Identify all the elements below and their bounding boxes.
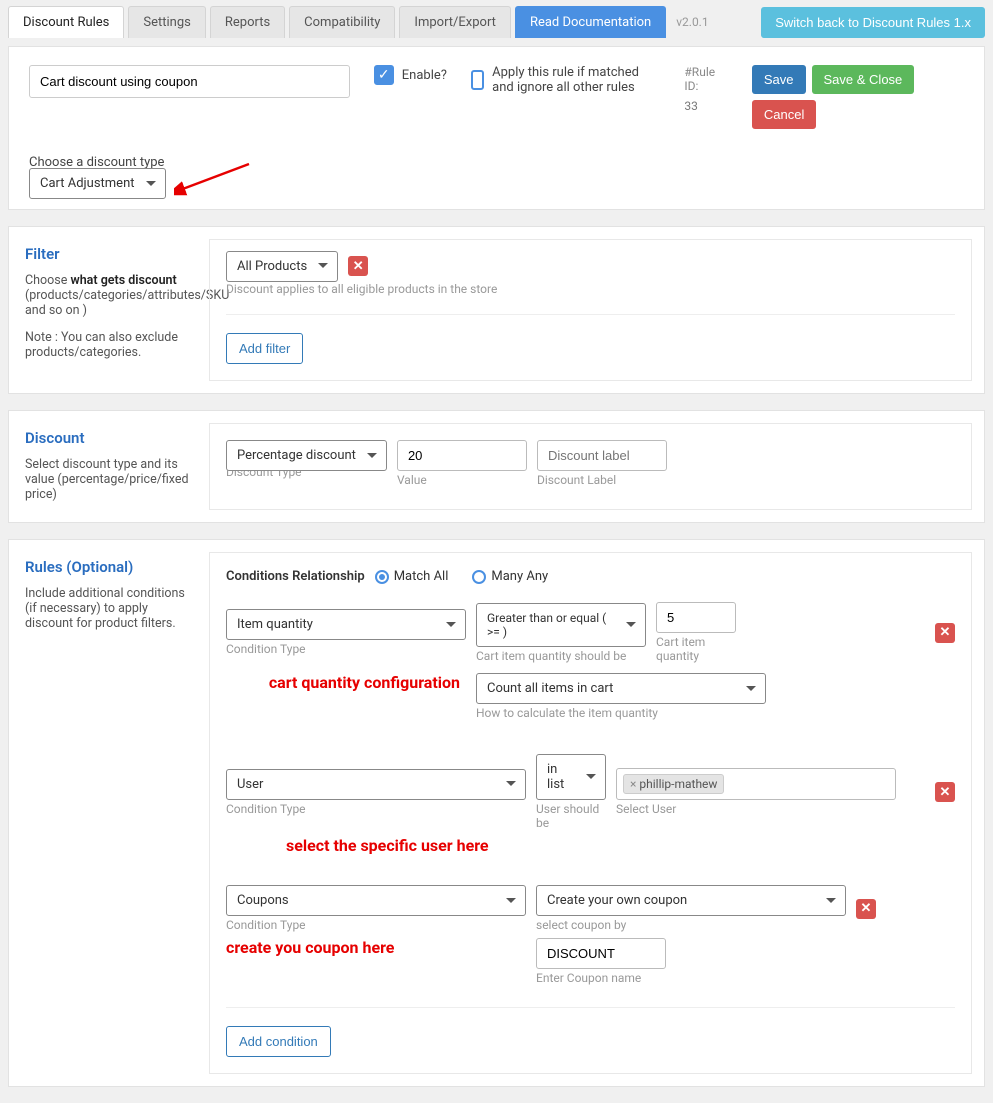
user-tag[interactable]: phillip-mathew xyxy=(623,774,724,794)
tab-settings[interactable]: Settings xyxy=(128,6,205,38)
tab-discount-rules[interactable]: Discount Rules xyxy=(8,6,124,38)
version-text: v2.0.1 xyxy=(676,15,708,29)
filter-section: Filter Choose what gets discount (produc… xyxy=(8,226,985,394)
rule-name-input[interactable] xyxy=(29,65,350,98)
discount-type-select-2[interactable]: Percentage discount xyxy=(226,440,387,471)
enable-label: Enable? xyxy=(402,68,447,83)
filter-hint: Discount applies to all eligible product… xyxy=(226,282,955,296)
cond3-type-select[interactable]: Coupons xyxy=(226,885,526,916)
cond3-coupon-input[interactable] xyxy=(536,938,666,969)
radio-icon xyxy=(472,570,486,584)
filter-remove-button[interactable]: ✕ xyxy=(348,256,368,276)
apply-ignore-label: Apply this rule if matched and ignore al… xyxy=(492,65,660,95)
radio-many-any[interactable]: Many Any xyxy=(472,569,548,584)
cond3-annotation: create you coupon here xyxy=(226,938,526,957)
cond3-remove-button[interactable]: ✕ xyxy=(856,899,876,919)
add-filter-button[interactable]: Add filter xyxy=(226,333,303,364)
rule-id-label: #Rule ID: xyxy=(684,65,715,93)
cond1-quantity-input[interactable] xyxy=(656,602,736,633)
rule-id: #Rule ID: 33 xyxy=(684,65,727,113)
rule-id-value: 33 xyxy=(684,99,727,113)
cond1-calc-select[interactable]: Count all items in cart xyxy=(476,673,766,704)
radio-match-all[interactable]: Match All xyxy=(375,569,449,584)
save-close-button[interactable]: Save & Close xyxy=(812,65,915,94)
rules-section: Rules (Optional) Include additional cond… xyxy=(8,539,985,1087)
cond2-user-tagbox[interactable]: phillip-mathew xyxy=(616,768,896,800)
header-actions: Save Save & Close Cancel xyxy=(752,65,964,129)
discount-title: Discount xyxy=(25,429,193,447)
tab-compatibility[interactable]: Compatibility xyxy=(289,6,395,38)
condition-coupons: Coupons Condition Type Create your own c… xyxy=(226,885,955,985)
rules-title: Rules (Optional) xyxy=(25,558,193,576)
tab-import-export[interactable]: Import/Export xyxy=(399,6,511,38)
filter-desc: Choose what gets discount (products/cate… xyxy=(25,273,193,318)
topbar: Discount Rules Settings Reports Compatib… xyxy=(0,0,993,38)
cond1-annotation: cart quantity configuration xyxy=(226,673,466,692)
cond3-type-label: Condition Type xyxy=(226,918,526,932)
discount-section: Discount Select discount type and its va… xyxy=(8,410,985,523)
condition-user: User Condition Type in list User should … xyxy=(226,754,955,855)
save-button[interactable]: Save xyxy=(752,65,806,94)
conditions-relationship-label: Conditions Relationship xyxy=(226,569,365,584)
discount-value-label: Value xyxy=(397,473,527,487)
cond2-type-select[interactable]: User xyxy=(226,769,526,800)
tabs: Discount Rules Settings Reports Compatib… xyxy=(8,6,666,38)
cond2-remove-button[interactable]: ✕ xyxy=(935,782,955,802)
arrow-annotation-icon xyxy=(174,160,254,200)
cond2-operator-label: User should be xyxy=(536,802,606,830)
tab-reports[interactable]: Reports xyxy=(210,6,285,38)
header-panel: Enable? Apply this rule if matched and i… xyxy=(8,46,985,210)
filter-note: Note : You can also exclude products/cat… xyxy=(25,330,193,360)
discount-label-label: Discount Label xyxy=(537,473,667,487)
cond1-type-select[interactable]: Item quantity xyxy=(226,609,466,640)
cond3-by-select[interactable]: Create your own coupon xyxy=(536,885,846,916)
cond1-remove-button[interactable]: ✕ xyxy=(935,623,955,643)
discount-value-input[interactable] xyxy=(397,440,527,471)
add-condition-button[interactable]: Add condition xyxy=(226,1026,331,1057)
cond1-operator-label: Cart item quantity should be xyxy=(476,649,646,663)
apply-ignore-checkbox[interactable] xyxy=(471,70,484,90)
cond2-select-user-label: Select User xyxy=(616,802,896,816)
cond1-quantity-label: Cart item quantity xyxy=(656,635,736,663)
cond1-calc-label: How to calculate the item quantity xyxy=(476,706,766,720)
condition-item-quantity: Item quantity Condition Type Greater tha… xyxy=(226,602,955,720)
rules-desc: Include additional conditions (if necess… xyxy=(25,586,193,631)
cond3-by-label: select coupon by xyxy=(536,918,846,932)
discount-label-input[interactable] xyxy=(537,440,667,471)
radio-icon xyxy=(375,570,389,584)
tab-read-documentation[interactable]: Read Documentation xyxy=(515,6,666,38)
filter-product-select[interactable]: All Products xyxy=(226,251,338,282)
cond2-annotation: select the specific user here xyxy=(286,836,955,855)
filter-title: Filter xyxy=(25,245,193,263)
discount-type-label: Choose a discount type xyxy=(29,155,964,170)
cond1-type-label: Condition Type xyxy=(226,642,466,656)
cond2-type-label: Condition Type xyxy=(226,802,526,816)
discount-desc: Select discount type and its value (perc… xyxy=(25,457,193,502)
cond1-operator-select[interactable]: Greater than or equal ( >= ) xyxy=(476,603,646,647)
enable-checkbox[interactable] xyxy=(374,65,394,85)
cond2-operator-select[interactable]: in list xyxy=(536,754,606,800)
switch-back-button[interactable]: Switch back to Discount Rules 1.x xyxy=(761,7,985,38)
discount-type-select[interactable]: Cart Adjustment xyxy=(29,168,166,199)
cancel-button[interactable]: Cancel xyxy=(752,100,816,129)
cond3-coupon-label: Enter Coupon name xyxy=(536,971,666,985)
